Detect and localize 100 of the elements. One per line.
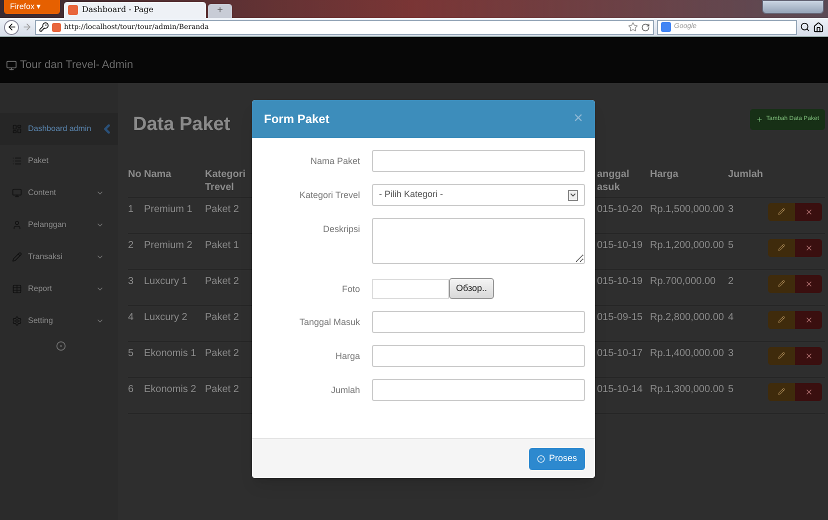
column-header: Nama xyxy=(144,168,172,182)
page-icon xyxy=(68,5,78,15)
field-label: Tanggal Masuk xyxy=(298,316,361,329)
edit-button[interactable] xyxy=(768,274,795,292)
page-title: Data Paket xyxy=(133,113,230,137)
edit-button[interactable] xyxy=(768,382,795,400)
circle-icon xyxy=(536,454,545,462)
browse-button[interactable]: Обзор.. xyxy=(449,278,494,299)
column-header: Kategori Trevel xyxy=(205,168,247,194)
pencil-icon xyxy=(778,280,785,287)
pencil-icon xyxy=(778,244,785,251)
text-field[interactable] xyxy=(372,345,585,367)
close-icon xyxy=(804,280,812,288)
description-field[interactable] xyxy=(372,218,585,264)
sidebar-item[interactable]: Pelanggan xyxy=(0,209,118,241)
back-button[interactable] xyxy=(4,20,19,34)
file-field[interactable] xyxy=(372,278,449,298)
table-cell-text: Paket 2 xyxy=(205,274,240,288)
sidebar-item[interactable]: Setting xyxy=(0,305,118,337)
close-icon xyxy=(804,388,812,396)
table-cell-text: 1 xyxy=(128,202,135,216)
table-cell-text: 2 xyxy=(128,238,135,252)
sidebar-item[interactable]: Report xyxy=(0,273,118,305)
table-cell-text: Paket 2 xyxy=(205,310,240,324)
table-cell-text: 3 xyxy=(128,274,135,288)
forward-button[interactable] xyxy=(22,22,32,32)
table-cell-text: 015-10-20 xyxy=(597,202,644,216)
delete-button[interactable] xyxy=(795,310,822,328)
chevron-icon xyxy=(96,253,104,261)
text-field[interactable] xyxy=(372,150,585,172)
column-header: No xyxy=(128,168,142,182)
table-cell-text: 015-10-19 xyxy=(597,238,644,252)
table-cell-text: 5 xyxy=(128,346,135,360)
home-icon[interactable] xyxy=(813,22,824,32)
edit-button[interactable] xyxy=(768,238,795,256)
delete-button[interactable] xyxy=(795,202,822,220)
table-cell-text: 5 xyxy=(728,382,735,396)
field-label: Foto xyxy=(340,283,361,296)
chevron-icon xyxy=(96,285,104,293)
delete-button[interactable] xyxy=(795,346,822,364)
browser-tab[interactable]: Dashboard - Page xyxy=(64,2,206,18)
list-icon xyxy=(12,156,22,166)
column-header: anggal asuk xyxy=(597,168,630,194)
column-header: Harga xyxy=(650,168,680,182)
plus-icon xyxy=(756,116,764,123)
field-label: Nama Paket xyxy=(309,155,361,168)
table-cell-text: Rp.2,800,000.00 xyxy=(650,310,725,324)
table-cell-text: Rp.1,400,000.00 xyxy=(650,346,725,360)
search-icon[interactable] xyxy=(800,22,810,32)
dialog-title: Form Paket xyxy=(264,111,330,128)
field-label: Kategori Trevel xyxy=(298,189,361,202)
table-cell-text: 015-10-19 xyxy=(597,274,644,288)
field-label: Deskripsi xyxy=(322,223,361,236)
pencil-icon xyxy=(778,352,785,359)
text-field[interactable] xyxy=(372,379,585,401)
new-tab-button[interactable]: + xyxy=(208,4,232,18)
table-cell-text: Premium 2 xyxy=(144,238,194,252)
search-engine-icon xyxy=(661,22,671,32)
sidebar-item[interactable]: Dashboard admin xyxy=(0,113,118,145)
table-icon xyxy=(12,284,22,294)
sidebar-item[interactable]: Content xyxy=(0,177,118,209)
table-cell-text: Paket 1 xyxy=(205,238,240,252)
app-brand[interactable]: Tour dan Trevel- Admin xyxy=(20,56,134,74)
delete-button[interactable] xyxy=(795,238,822,256)
firefox-menu-button[interactable]: Firefox ▾ xyxy=(4,0,60,14)
column-header: Jumlah xyxy=(728,168,764,182)
reload-icon[interactable] xyxy=(641,22,650,32)
sidebar-item[interactable]: Paket xyxy=(0,145,118,177)
chevron-icon xyxy=(96,317,104,325)
window-controls[interactable] xyxy=(762,0,824,14)
edit-button[interactable] xyxy=(768,310,795,328)
key-icon xyxy=(39,22,49,32)
table-cell-text: 6 xyxy=(128,382,135,396)
field-label: Harga xyxy=(334,350,361,363)
site-icon xyxy=(52,22,61,32)
table-cell-text: Rp.700,000.00 xyxy=(650,274,717,288)
tab-title: Dashboard - Page xyxy=(82,4,154,16)
pencil-icon xyxy=(778,388,785,395)
close-icon xyxy=(804,244,812,252)
submit-button[interactable]: Proses xyxy=(528,448,585,470)
pencil-icon xyxy=(778,208,785,215)
edit-button[interactable] xyxy=(768,202,795,220)
table-cell-text: Paket 2 xyxy=(205,346,240,360)
table-cell-text: Rp.1,500,000.00 xyxy=(650,202,725,216)
delete-button[interactable] xyxy=(795,274,822,292)
bookmark-star-icon[interactable] xyxy=(628,22,638,32)
category-select[interactable]: - Pilih Kategori - xyxy=(372,184,585,206)
text-field[interactable] xyxy=(372,311,585,333)
table-cell-text: Ekonomis 2 xyxy=(144,382,198,396)
table-cell-text: Paket 2 xyxy=(205,202,240,216)
sidebar-item[interactable]: Transaksi xyxy=(0,241,118,273)
user-icon xyxy=(12,220,22,230)
edit-button[interactable] xyxy=(768,346,795,364)
pencil-icon xyxy=(778,316,785,323)
field-label: Jumlah xyxy=(330,384,361,397)
pencil-icon xyxy=(12,252,22,262)
delete-button[interactable] xyxy=(795,382,822,400)
table-cell-text: 015-09-15 xyxy=(597,310,644,324)
chevron-icon xyxy=(96,189,104,197)
collapse-icon[interactable] xyxy=(56,341,66,351)
